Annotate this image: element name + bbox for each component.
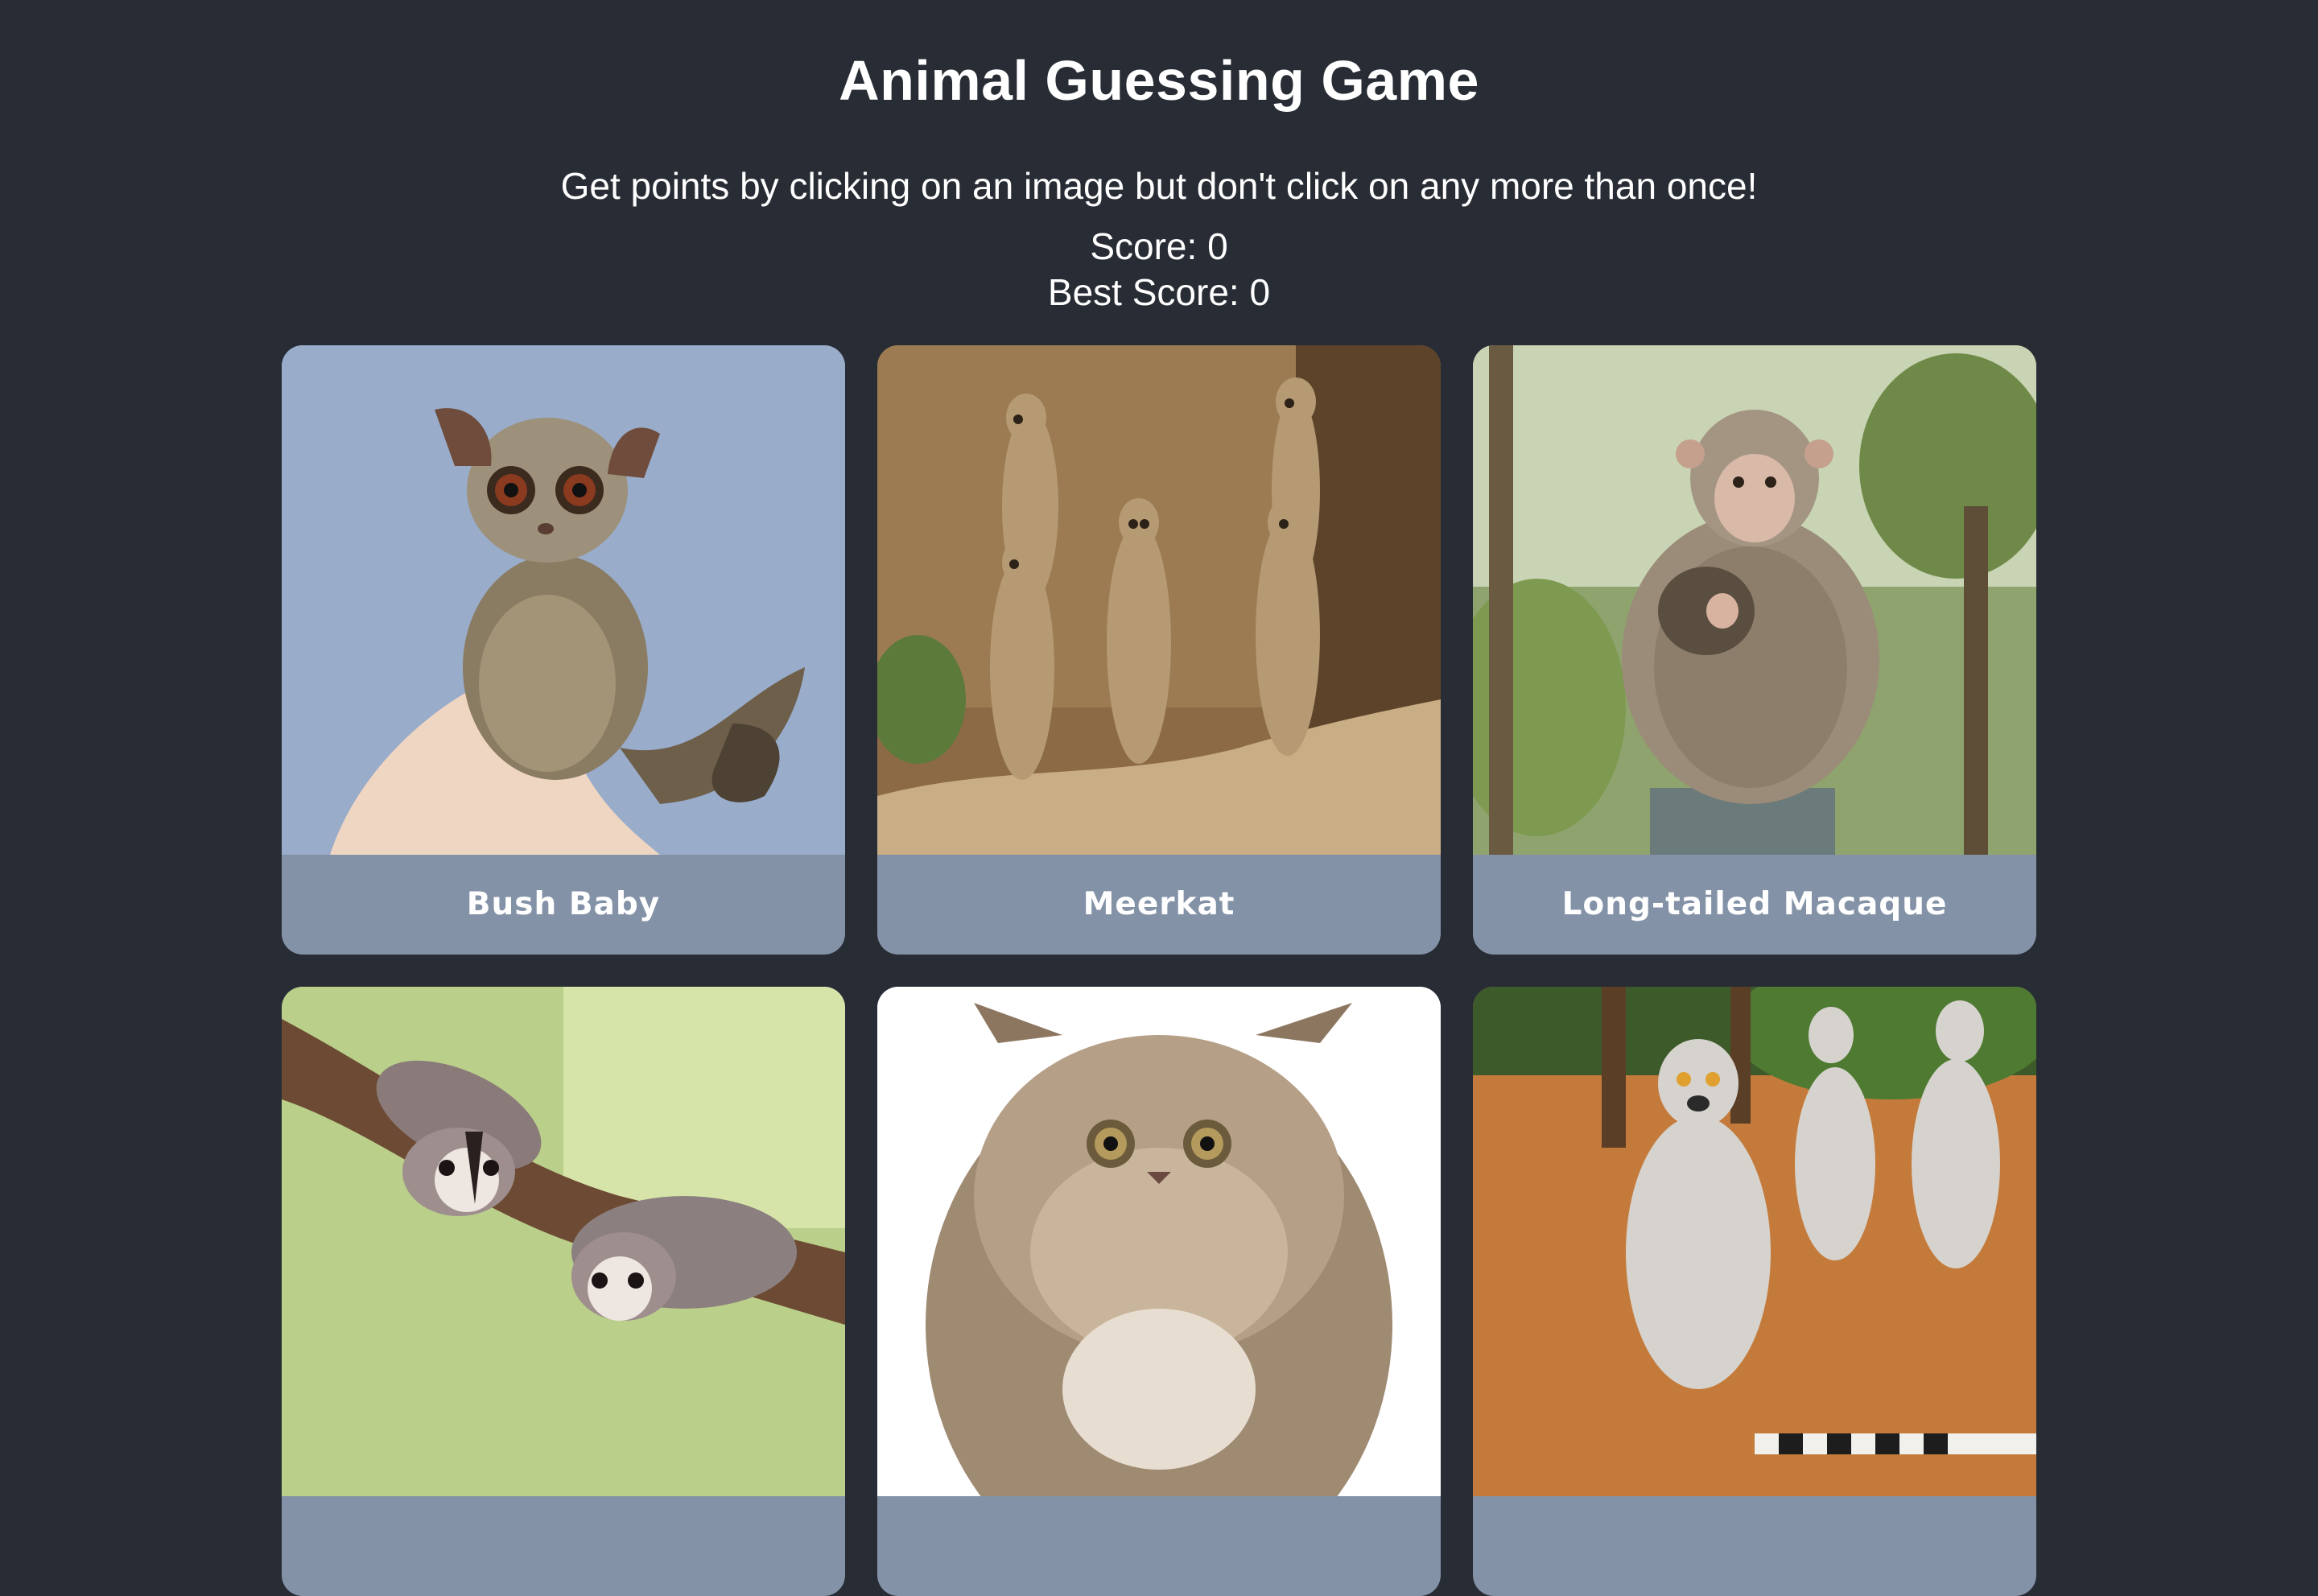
page-title: Animal Guessing Game: [839, 49, 1479, 112]
card-label: [282, 1496, 845, 1596]
app: Animal Guessing Game Get points by click…: [0, 0, 2318, 1596]
ring-tailed-lemur-photo[interactable]: [1473, 987, 2036, 1496]
score-display: Score: 0: [1090, 225, 1228, 267]
card-label: [1473, 1496, 2036, 1596]
meerkat-photo[interactable]: [877, 345, 1441, 855]
animal-card-persian-cat[interactable]: [877, 987, 1441, 1596]
card-label: [877, 1496, 1441, 1596]
persian-cat-photo[interactable]: [877, 987, 1441, 1496]
animal-card-lemur[interactable]: [1473, 987, 2036, 1596]
animal-card-sugar-glider[interactable]: [282, 987, 845, 1596]
animal-card-bush-baby[interactable]: Bush Baby: [282, 345, 845, 955]
macaque-photo[interactable]: [1473, 345, 2036, 855]
bush-baby-photo[interactable]: [282, 345, 845, 855]
card-label: Long-tailed Macaque: [1561, 886, 1948, 922]
best-score-display: Best Score: 0: [1047, 271, 1271, 313]
card-grid: Bush Baby Meerkat Long-tailed Macaque: [282, 345, 2036, 1596]
card-label: Meerkat: [1083, 886, 1235, 922]
card-label: Bush Baby: [466, 886, 661, 922]
animal-card-macaque[interactable]: Long-tailed Macaque: [1473, 345, 2036, 955]
sugar-glider-photo[interactable]: [282, 987, 845, 1496]
animal-card-meerkat[interactable]: Meerkat: [877, 345, 1441, 955]
instructions-text: Get points by clicking on an image but d…: [560, 165, 1758, 207]
